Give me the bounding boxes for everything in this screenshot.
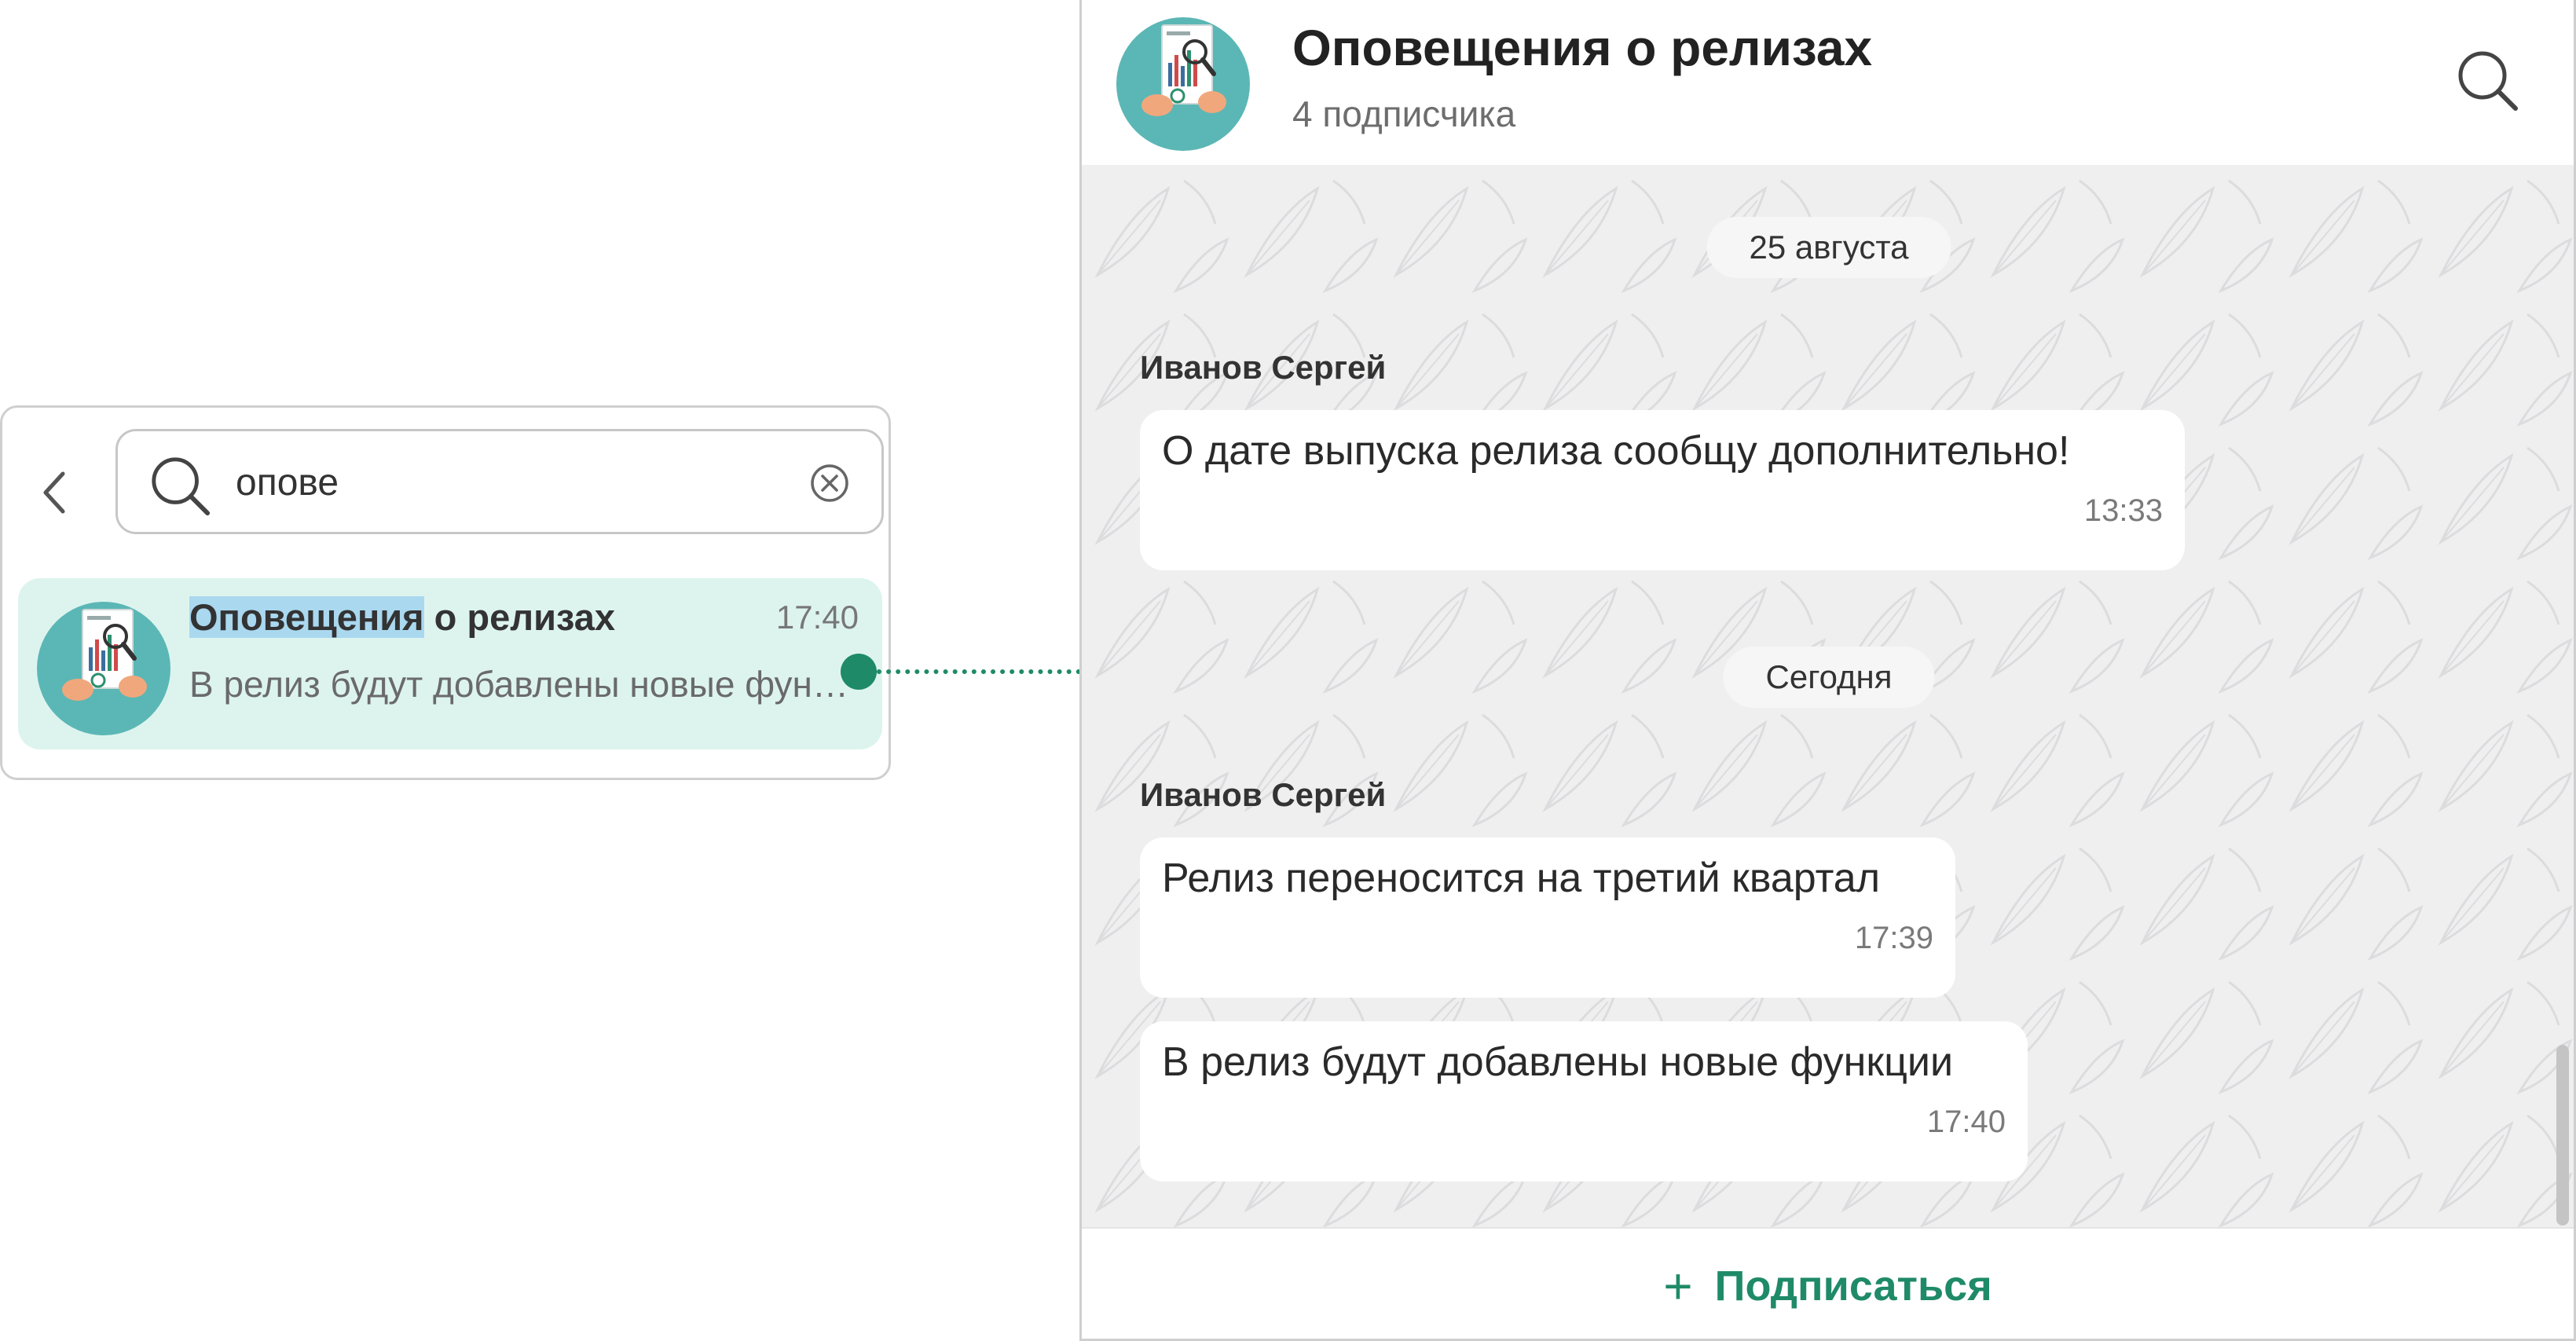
channel-window: Оповещения о релизах 4 подписчика 25 авг… [1079,0,2576,1341]
clear-icon[interactable] [809,463,850,504]
search-box[interactable] [115,429,884,534]
message-time: 13:33 [2083,493,2163,528]
search-result-item[interactable]: Оповещения о релизах 17:40 В релиз будут… [18,578,882,749]
search-panel: Оповещения о релизах 17:40 В релиз будут… [0,405,891,780]
message-sender[interactable]: Иванов Сергей [1140,349,1386,387]
connector-dot [841,654,877,690]
message-bubble[interactable]: В релиз будут добавлены новые функции 17… [1140,1021,2028,1182]
subscribe-button[interactable]: + Подписаться [1663,1261,1992,1311]
result-title-rest: о релизах [423,596,616,638]
channel-footer: + Подписаться [1082,1227,2574,1339]
search-icon[interactable] [2454,47,2520,113]
channel-avatar-icon[interactable] [1116,17,1250,151]
back-chevron-icon [43,471,65,514]
result-time: 17:40 [775,599,859,636]
scrollbar[interactable] [2556,1045,2569,1226]
result-preview: В релиз будут добавлены новые функции [189,664,849,705]
message-text: О дате выпуска релиза сообщу дополнитель… [1162,428,2070,474]
message-text: Релиз переносится на третий квартал [1162,856,1881,901]
search-match-highlight: Оповещения [189,596,424,638]
search-icon [148,453,212,518]
result-title: Оповещения о релизах [189,595,615,639]
message-time: 17:40 [1926,1105,2006,1139]
plus-icon: + [1663,1257,1693,1314]
message-bubble[interactable]: О дате выпуска релиза сообщу дополнитель… [1140,410,2185,570]
connector-line [877,669,1081,674]
subscriber-count: 4 подписчика [1292,93,1516,134]
message-sender[interactable]: Иванов Сергей [1140,776,1386,814]
subscribe-label: Подписаться [1714,1262,1992,1310]
channel-title[interactable]: Оповещения о релизах [1292,19,1872,77]
message-feed[interactable]: 25 августа Иванов Сергей О дате выпуска … [1082,165,2574,1227]
message-text: В релиз будут добавлены новые функции [1162,1039,1953,1085]
search-input[interactable] [236,455,786,510]
message-bubble[interactable]: Релиз переносится на третий квартал 17:3… [1140,837,1955,998]
date-separator: Сегодня [1723,647,1935,708]
message-time: 17:39 [1854,921,1933,955]
channel-avatar-icon [37,602,170,735]
channel-header: Оповещения о релизах 4 подписчика [1082,0,2574,165]
back-button[interactable] [34,461,73,524]
date-separator: 25 августа [1706,217,1951,278]
